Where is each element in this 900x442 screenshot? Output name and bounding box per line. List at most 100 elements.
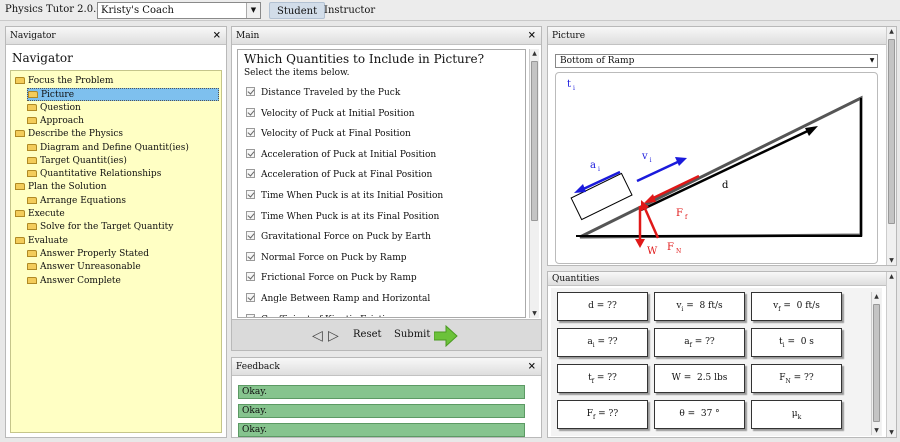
- nav-item[interactable]: Answer Complete: [27, 275, 121, 288]
- nav-item[interactable]: Describe the Physics: [15, 128, 123, 141]
- quantities-panel-title: Quantities: [552, 274, 600, 284]
- checkbox[interactable]: [246, 251, 255, 261]
- folder-icon: [15, 183, 25, 191]
- quantity-value: = 0 ft/s: [780, 301, 820, 311]
- chevron-down-icon[interactable]: ▼: [246, 3, 260, 18]
- scroll-up-icon[interactable]: ▲: [872, 292, 881, 301]
- acceleration-arrow-head: [574, 184, 586, 193]
- quantity-cell[interactable]: tf = ??: [557, 364, 648, 393]
- checkbox-label: Normal Force on Puck by Ramp: [261, 252, 407, 263]
- nav-item-label: Plan the Solution: [28, 182, 107, 193]
- close-icon[interactable]: ×: [528, 358, 536, 376]
- folder-icon: [28, 91, 38, 99]
- quantity-cell[interactable]: FN = ??: [751, 364, 842, 393]
- quantity-cell[interactable]: Ff = ??: [557, 400, 648, 429]
- picture-view-value: Bottom of Ramp: [560, 56, 635, 66]
- quantity-checkbox-row[interactable]: Time When Puck is at its Final Position: [246, 210, 439, 222]
- ramp-surface: [579, 95, 863, 239]
- nav-item[interactable]: Approach: [27, 115, 84, 128]
- nav-item[interactable]: Diagram and Define Quantit(ies): [27, 142, 189, 155]
- quantity-cell[interactable]: W = 2.5 lbs: [654, 364, 745, 393]
- nav-item[interactable]: Solve for the Target Quantity: [27, 221, 173, 234]
- quantity-checkbox-row[interactable]: Distance Traveled by the Puck: [246, 87, 400, 98]
- nav-item[interactable]: Plan the Solution: [15, 181, 107, 194]
- scroll-thumb[interactable]: [888, 39, 895, 224]
- checkbox[interactable]: [246, 231, 255, 241]
- nav-item[interactable]: Answer Properly Stated: [27, 248, 149, 261]
- scroll-down-icon[interactable]: ▼: [872, 426, 881, 435]
- nav-item[interactable]: Evaluate: [15, 235, 68, 248]
- quantity-cell[interactable]: ai = ??: [557, 328, 648, 357]
- quantity-cell[interactable]: af = ??: [654, 328, 745, 357]
- submit-button[interactable]: Submit: [394, 329, 430, 340]
- friction-arrow-head: [644, 194, 656, 203]
- quantity-cell[interactable]: vi = 8 ft/s: [654, 292, 745, 321]
- scroll-thumb[interactable]: [531, 61, 538, 221]
- quantities-grid: d = ?? vi = 8 ft/s vf = 0 ft/s ai = ?? af = …: [551, 288, 882, 436]
- scroll-up-icon[interactable]: ▲: [887, 27, 896, 36]
- folder-icon: [27, 170, 37, 178]
- quantity-checkbox-row[interactable]: Angle Between Ramp and Horizontal: [246, 293, 430, 304]
- scroll-down-icon[interactable]: ▼: [887, 428, 896, 437]
- quantities-panel-header: Quantities: [548, 272, 896, 286]
- quantity-cell[interactable]: μk: [751, 400, 842, 429]
- instructor-mode-button[interactable]: Instructor: [317, 2, 382, 19]
- feedback-panel-header: Feedback ×: [232, 358, 541, 376]
- checkbox[interactable]: [246, 272, 255, 282]
- scroll-down-icon[interactable]: ▼: [887, 256, 896, 265]
- coach-select[interactable]: Kristy's Coach ▼: [97, 2, 261, 19]
- checkbox[interactable]: [246, 210, 255, 220]
- previous-arrow-icon[interactable]: ◁: [312, 328, 323, 344]
- checkbox[interactable]: [246, 190, 255, 199]
- quantity-cell[interactable]: ti = 0 s: [751, 328, 842, 357]
- checkbox[interactable]: [246, 313, 255, 317]
- navigator-panel-title: Navigator: [10, 31, 56, 41]
- close-icon[interactable]: ×: [213, 27, 221, 45]
- quantity-checkbox-row[interactable]: Acceleration of Puck at Final Position: [246, 169, 432, 180]
- nav-item-label: Describe the Physics: [28, 129, 124, 140]
- next-arrow-icon[interactable]: ▷: [328, 328, 339, 344]
- checkbox[interactable]: [246, 128, 255, 138]
- checkbox[interactable]: [246, 293, 255, 302]
- main-scrollbar[interactable]: ▲ ▼: [529, 49, 539, 318]
- scroll-up-icon[interactable]: ▲: [530, 49, 539, 58]
- nav-item[interactable]: Focus the Problem: [15, 75, 113, 88]
- chevron-down-icon[interactable]: ▼: [867, 55, 877, 67]
- folder-icon: [27, 263, 37, 271]
- checkbox[interactable]: [246, 148, 255, 158]
- checkbox[interactable]: [246, 87, 255, 96]
- scroll-down-icon[interactable]: ▼: [530, 309, 539, 318]
- quantity-checkbox-row[interactable]: Normal Force on Puck by Ramp: [246, 251, 407, 263]
- quantity-checkbox-row[interactable]: Acceleration of Puck at Initial Position: [246, 148, 436, 160]
- nav-item[interactable]: Question: [27, 102, 81, 115]
- quantity-cell[interactable]: θ = 37 °: [654, 400, 745, 429]
- quantities-outer-scrollbar[interactable]: ▲ ▼: [886, 272, 896, 437]
- ramp-diagram[interactable]: ti ai vi d Ff W FN: [555, 72, 878, 264]
- picture-scrollbar[interactable]: ▲ ▼: [886, 27, 896, 265]
- quantities-scrollbar[interactable]: ▲ ▼: [871, 292, 881, 435]
- quantity-cell[interactable]: d = ??: [557, 292, 648, 321]
- quantity-cell[interactable]: vf = 0 ft/s: [751, 292, 842, 321]
- nav-item[interactable]: Execute: [15, 208, 65, 221]
- quantity-checkbox-row[interactable]: Time When Puck is at its Initial Positio…: [246, 190, 443, 201]
- picture-view-select[interactable]: Bottom of Ramp ▼: [555, 54, 878, 68]
- submit-arrow-icon[interactable]: [434, 325, 458, 347]
- checkbox-label: Acceleration of Puck at Final Position: [261, 170, 433, 181]
- checkbox[interactable]: [246, 107, 255, 117]
- quantity-checkbox-row[interactable]: Velocity of Puck at Initial Position: [246, 107, 415, 119]
- nav-item[interactable]: Picture: [27, 88, 219, 102]
- reset-button[interactable]: Reset: [353, 329, 382, 340]
- nav-item[interactable]: Quantitative Relationships: [27, 168, 161, 181]
- quantity-checkbox-row[interactable]: Coefficient of Kinetic Friction: [246, 313, 396, 317]
- checkbox[interactable]: [246, 169, 255, 179]
- nav-item[interactable]: Target Quantit(ies): [27, 155, 127, 168]
- scroll-up-icon[interactable]: ▲: [887, 272, 896, 281]
- close-icon[interactable]: ×: [528, 27, 536, 45]
- nav-item[interactable]: Answer Unreasonable: [27, 261, 141, 274]
- quantity-checkbox-row[interactable]: Frictional Force on Puck by Ramp: [246, 272, 417, 283]
- quantity-checkbox-row[interactable]: Gravitational Force on Puck by Earth: [246, 231, 431, 242]
- quantity-checkbox-row[interactable]: Velocity of Puck at Final Position: [246, 128, 411, 139]
- scroll-thumb[interactable]: [873, 304, 880, 422]
- nav-item[interactable]: Arrange Equations: [27, 195, 126, 208]
- feedback-message: Okay.: [238, 404, 525, 418]
